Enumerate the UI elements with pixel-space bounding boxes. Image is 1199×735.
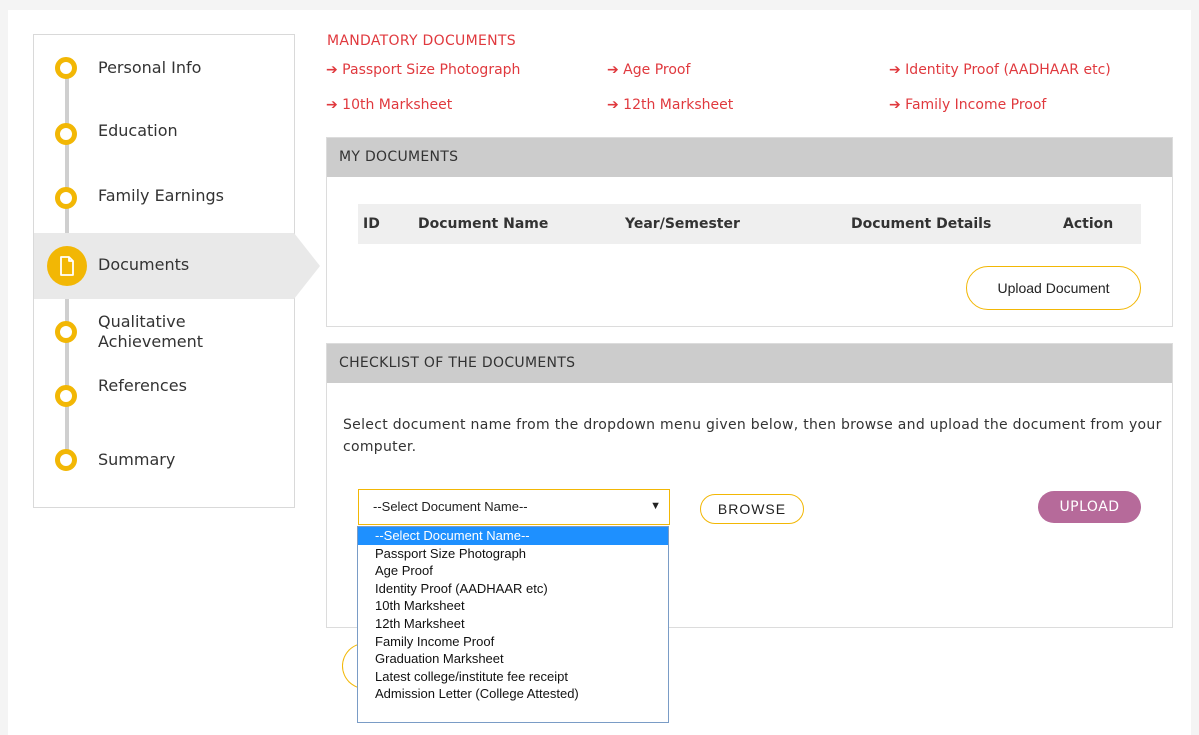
- dropdown-option[interactable]: Age Proof: [358, 562, 668, 580]
- step-circle-icon: [55, 123, 77, 145]
- step-qualitative-achievement[interactable]: Qualitative Achievement: [34, 303, 294, 361]
- column-header-year-semester: Year/Semester: [625, 216, 740, 232]
- mandatory-documents-title: MANDATORY DOCUMENTS: [327, 33, 516, 49]
- mandatory-item: ➔ 10th Marksheet: [326, 97, 453, 113]
- step-label: Family Earnings: [98, 186, 224, 205]
- dropdown-option[interactable]: 12th Marksheet: [358, 615, 668, 633]
- step-label: Documents: [98, 255, 190, 274]
- step-personal-info[interactable]: Personal Info: [34, 39, 294, 97]
- step-label: References: [98, 376, 187, 395]
- document-icon: [47, 246, 87, 286]
- mandatory-item: ➔ Identity Proof (AADHAAR etc): [889, 62, 1111, 78]
- dropdown-option[interactable]: Passport Size Photograph: [358, 545, 668, 563]
- dropdown-option[interactable]: 10th Marksheet: [358, 597, 668, 615]
- mandatory-item: ➔ Age Proof: [607, 62, 691, 78]
- documents-table-header: ID Document Name Year/Semester Document …: [358, 204, 1141, 244]
- step-circle-icon: [55, 57, 77, 79]
- document-name-select[interactable]: --Select Document Name-- ▼: [358, 489, 670, 525]
- column-header-document-name: Document Name: [418, 216, 549, 232]
- mandatory-item: ➔ 12th Marksheet: [607, 97, 734, 113]
- step-sidebar: Personal Info Education Family Earnings …: [33, 34, 320, 508]
- step-family-earnings[interactable]: Family Earnings: [34, 169, 294, 227]
- dropdown-option-selected[interactable]: --Select Document Name--: [358, 527, 668, 545]
- dropdown-option[interactable]: Graduation Marksheet: [358, 650, 668, 668]
- dropdown-arrow-icon: ▼: [650, 500, 661, 512]
- column-header-id: ID: [363, 216, 380, 232]
- dropdown-option[interactable]: Admission Letter (College Attested): [358, 685, 668, 703]
- step-documents[interactable]: Documents: [34, 233, 320, 299]
- dropdown-option[interactable]: Identity Proof (AADHAAR etc): [358, 580, 668, 598]
- checklist-instructions: Select document name from the dropdown m…: [343, 417, 1162, 455]
- step-summary[interactable]: Summary: [34, 441, 294, 499]
- mandatory-item: ➔ Family Income Proof: [889, 97, 1047, 113]
- step-circle-icon: [55, 321, 77, 343]
- step-circle-icon: [55, 187, 77, 209]
- upload-button[interactable]: UPLOAD: [1038, 491, 1141, 523]
- mandatory-item: ➔ Passport Size Photograph: [326, 62, 521, 78]
- step-label: Qualitative Achievement: [98, 312, 204, 351]
- my-documents-header: MY DOCUMENTS: [327, 138, 1172, 177]
- select-value: --Select Document Name--: [373, 499, 528, 514]
- step-references[interactable]: References: [34, 367, 294, 425]
- column-header-action: Action: [1063, 216, 1114, 232]
- checklist-header: CHECKLIST OF THE DOCUMENTS: [327, 344, 1172, 383]
- step-circle-icon: [55, 385, 77, 407]
- dropdown-option[interactable]: Family Income Proof: [358, 633, 668, 651]
- step-label: Summary: [98, 450, 176, 469]
- step-education[interactable]: Education: [34, 105, 294, 163]
- dropdown-option[interactable]: Latest college/institute fee receipt: [358, 668, 668, 686]
- document-name-dropdown-list: --Select Document Name-- Passport Size P…: [357, 526, 669, 723]
- upload-document-button[interactable]: Upload Document: [966, 266, 1141, 310]
- column-header-document-details: Document Details: [851, 216, 992, 232]
- step-circle-icon: [55, 449, 77, 471]
- my-documents-panel: MY DOCUMENTS ID Document Name Year/Semes…: [326, 137, 1173, 327]
- step-label: Education: [98, 121, 178, 140]
- browse-button[interactable]: BROWSE: [700, 494, 804, 524]
- step-label: Personal Info: [98, 58, 202, 77]
